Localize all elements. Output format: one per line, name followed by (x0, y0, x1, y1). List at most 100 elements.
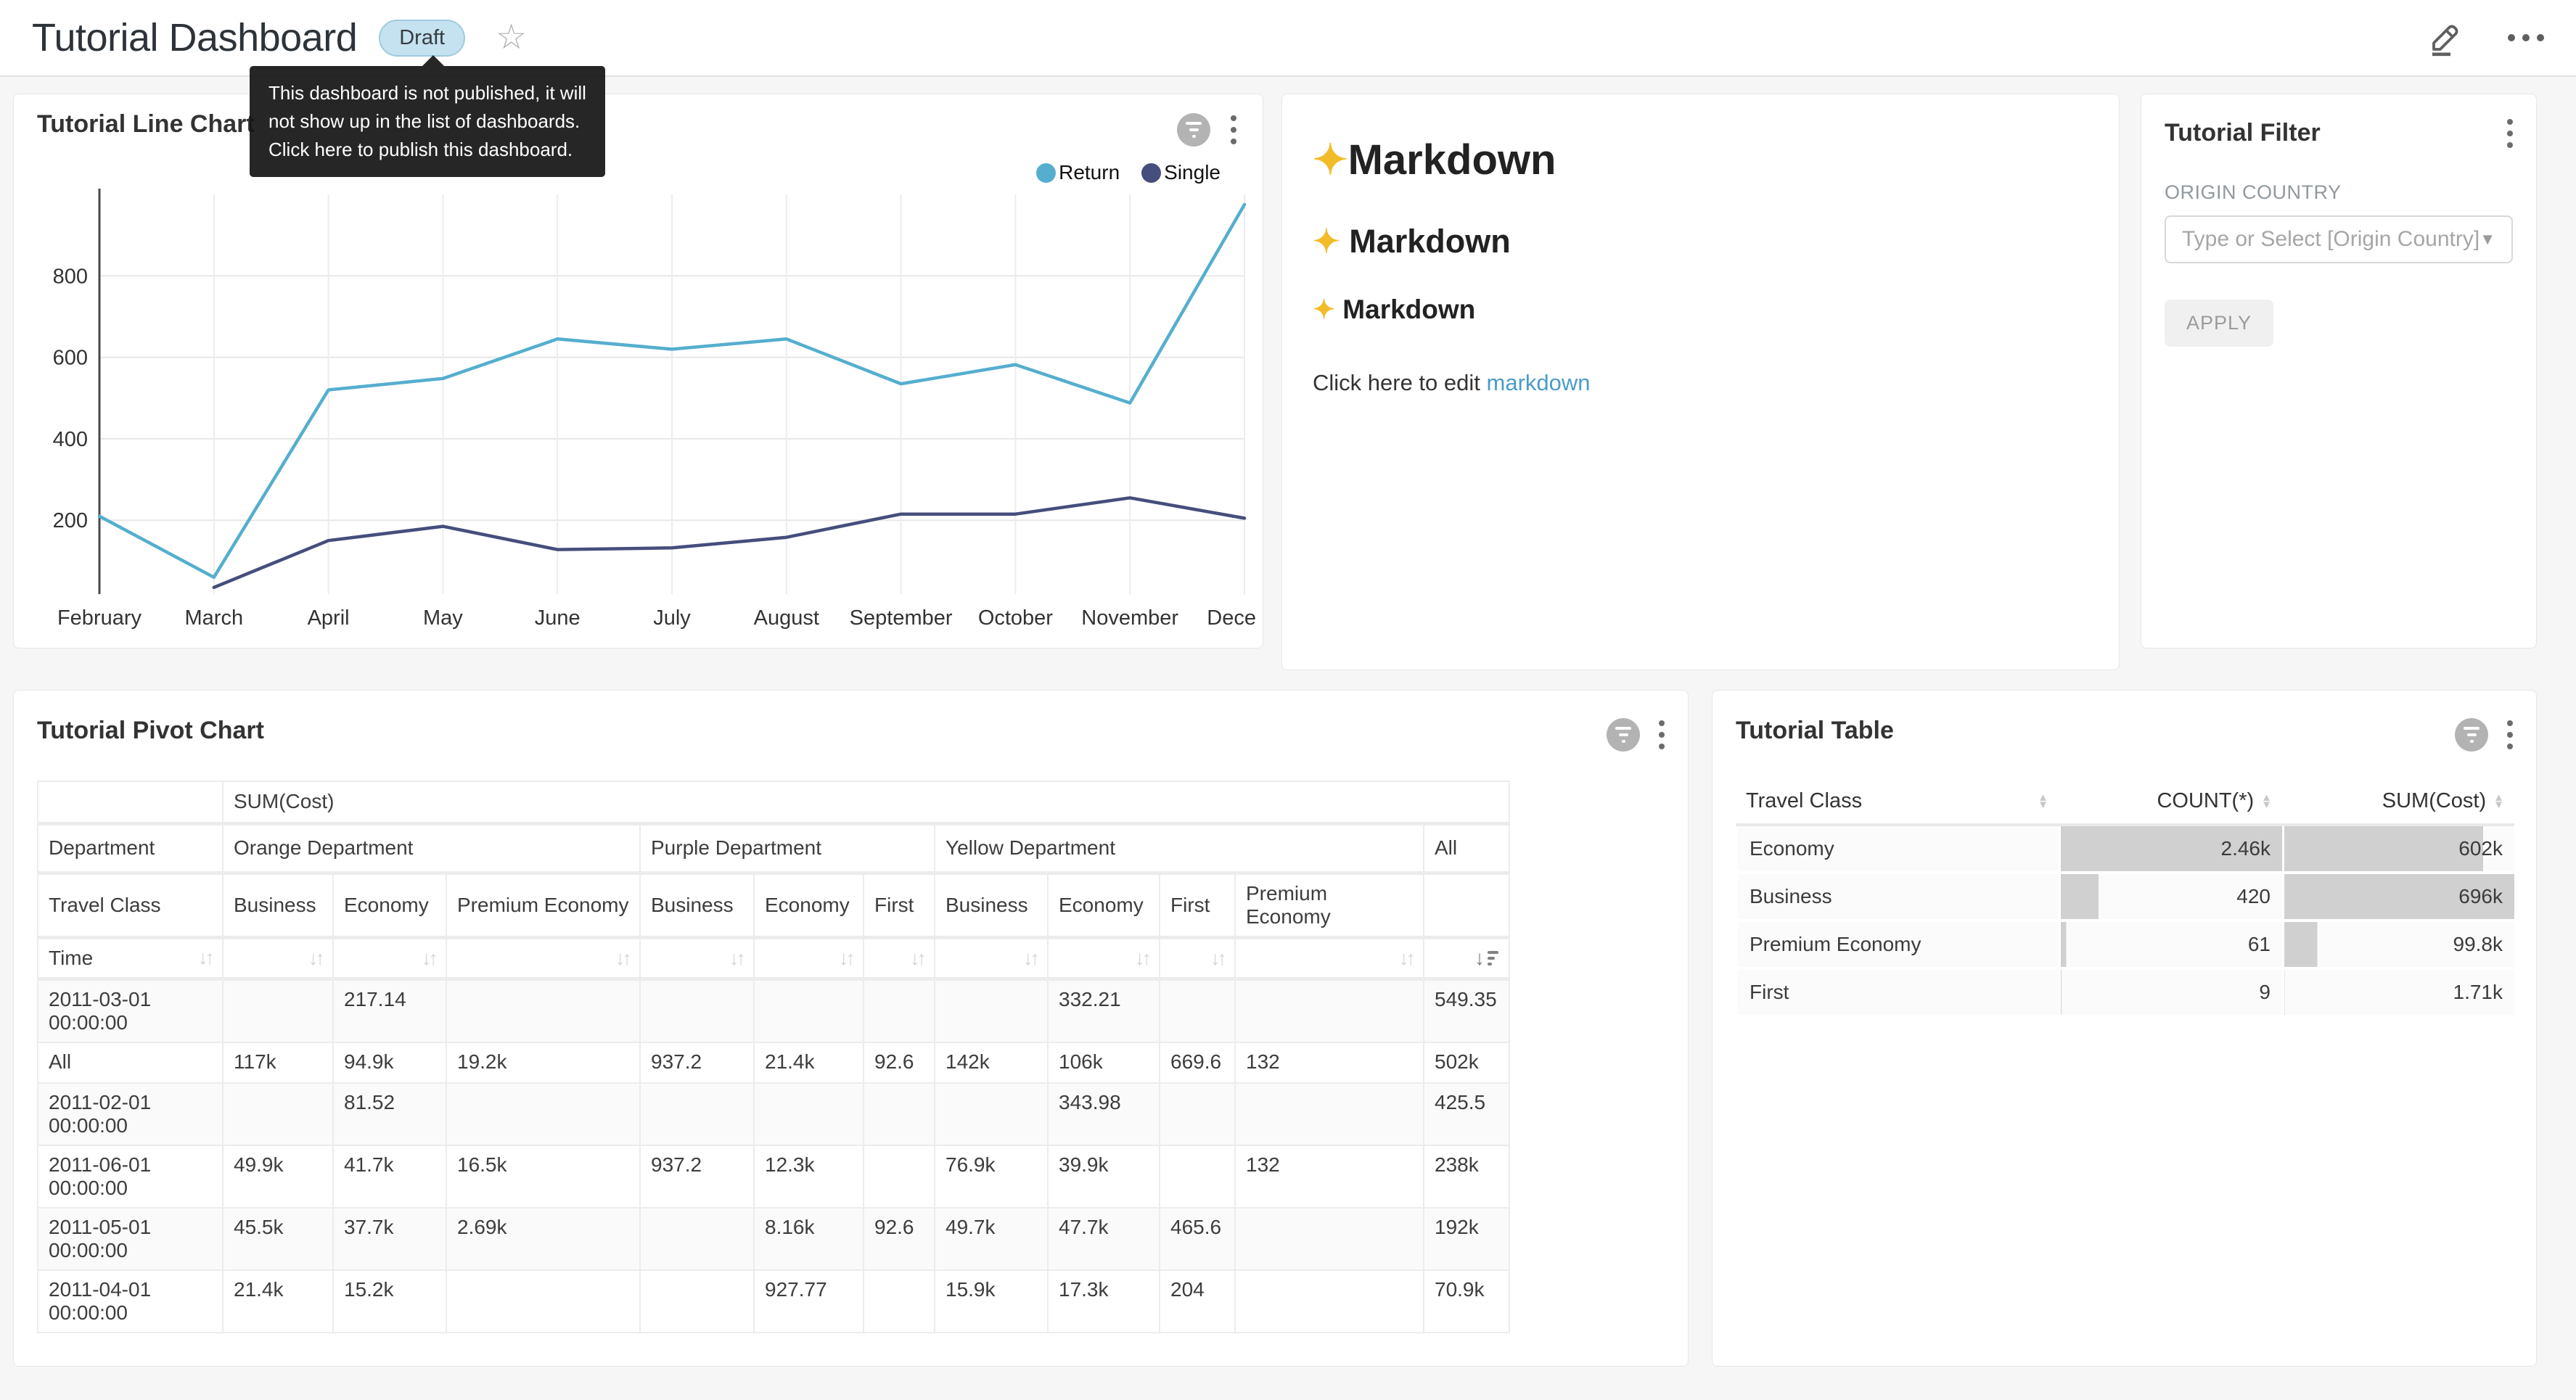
pivot-subdim-label: Travel Class (38, 873, 223, 937)
pivot-value-cell: 92.6 (864, 1208, 935, 1270)
sort-icon[interactable]: ↓↑ (910, 947, 924, 969)
pivot-value-cell: 132 (1235, 1042, 1424, 1083)
pivot-sort-cell[interactable]: ↓↑ (640, 937, 754, 979)
pivot-value-cell: 927.77 (754, 1270, 864, 1333)
pivot-time-header[interactable]: Time↓↑ (38, 937, 223, 979)
sort-icon[interactable]: ▲▼ (2261, 794, 2272, 808)
pivot-value-cell: 192k (1424, 1208, 1509, 1270)
sort-icon[interactable]: ↓↑ (615, 947, 629, 969)
edit-pencil-icon[interactable] (2427, 19, 2464, 57)
column-header-sum[interactable]: SUM(Cost)▲▼ (2282, 783, 2514, 826)
pivot-row-label: 2011-06-01 00:00:00 (38, 1145, 223, 1208)
pivot-sort-cell[interactable]: ↓↑ (754, 937, 864, 979)
favorite-star-icon[interactable]: ☆ (496, 20, 527, 55)
filter-badge-icon[interactable] (1607, 718, 1640, 752)
pivot-value-cell: 8.16k (754, 1208, 864, 1270)
svg-text:July: July (653, 606, 691, 630)
kebab-menu-icon[interactable] (2507, 119, 2513, 148)
markdown-edit-link[interactable]: markdown (1487, 370, 1591, 395)
pivot-value-cell: 81.52 (333, 1083, 446, 1145)
sort-icon[interactable]: ↓↑ (839, 947, 853, 969)
pivot-value-cell (446, 1083, 640, 1145)
pivot-value-cell (1160, 979, 1235, 1042)
pivot-value-cell: 425.5 (1424, 1083, 1509, 1145)
sort-icon[interactable]: ↓↑ (1135, 947, 1149, 969)
kebab-menu-icon[interactable] (2507, 720, 2513, 749)
origin-country-select[interactable]: Type or Select [Origin Country] ▼ (2165, 215, 2513, 263)
kebab-menu-icon[interactable] (1659, 720, 1665, 749)
pivot-value-cell: 343.98 (1048, 1083, 1160, 1145)
draft-badge[interactable]: Draft (379, 20, 465, 57)
filter-card: Tutorial Filter ORIGIN COUNTRY Type or S… (2141, 94, 2537, 648)
pivot-value-cell (864, 979, 935, 1042)
pivot-column-header[interactable]: First (864, 873, 935, 937)
more-options-icon[interactable] (2508, 34, 2544, 41)
pivot-value-cell: 12.3k (754, 1145, 864, 1208)
pivot-sort-cell[interactable]: ↓↑ (935, 937, 1048, 979)
pivot-sort-cell[interactable]: ↓↑ (446, 937, 640, 979)
pivot-value-cell: 19.2k (446, 1042, 640, 1083)
apply-button[interactable]: APPLY (2165, 300, 2273, 347)
pivot-value-cell (446, 979, 640, 1042)
pivot-column-header[interactable]: First (1160, 873, 1235, 937)
pivot-sort-cell[interactable]: ↓↑ (333, 937, 446, 979)
tooltip-line: not show up in the list of dashboards. (268, 107, 586, 136)
pivot-row-label: All (38, 1042, 223, 1083)
sort-icon[interactable]: ↓↑ (1210, 947, 1224, 969)
sort-icon[interactable]: ▲▼ (2493, 794, 2504, 808)
sort-icon[interactable]: ▲▼ (2038, 794, 2048, 808)
pivot-column-header[interactable]: Economy (333, 873, 446, 937)
pivot-sort-cell[interactable]: ↓↑ (1235, 937, 1424, 979)
pivot-table: SUM(Cost)DepartmentOrange DepartmentPurp… (37, 781, 1510, 1333)
pivot-column-header[interactable]: Business (935, 873, 1048, 937)
pivot-sort-cell[interactable]: ↓↑ (1048, 937, 1160, 979)
filter-badge-icon[interactable] (2455, 718, 2488, 752)
pivot-column-header[interactable]: Premium Economy (1235, 873, 1424, 937)
pivot-row: 2011-05-01 00:00:0045.5k37.7k2.69k8.16k9… (38, 1208, 1509, 1270)
pivot-row: 2011-03-01 00:00:00217.14332.21549.35 (38, 979, 1509, 1042)
pivot-column-header[interactable]: Economy (1048, 873, 1160, 937)
pivot-value-cell: 49.9k (223, 1145, 333, 1208)
pivot-value-cell (223, 1083, 333, 1145)
pivot-row-label: 2011-04-01 00:00:00 (38, 1270, 223, 1333)
svg-text:March: March (185, 606, 244, 630)
header-actions (2427, 19, 2544, 57)
pivot-sort-cell[interactable]: ↓↑ (864, 937, 935, 979)
pivot-sort-cell[interactable]: ↓ (1424, 937, 1509, 979)
pivot-group-header: Yellow Department (935, 823, 1424, 873)
pivot-value-cell: 2.69k (446, 1208, 640, 1270)
markdown-card: ✦Markdown ✦ Markdown ✦ Markdown Click he… (1281, 94, 2120, 670)
sort-icon[interactable]: ↓↑ (729, 947, 743, 969)
sort-icon[interactable]: ↓↑ (1023, 947, 1037, 969)
sort-icon[interactable]: ↓↑ (1399, 947, 1413, 969)
pivot-value-cell: 238k (1424, 1145, 1509, 1208)
pivot-sort-cell[interactable]: ↓↑ (223, 937, 333, 979)
sort-icon[interactable]: ↓↑ (198, 947, 212, 969)
pivot-value-cell: 15.2k (333, 1270, 446, 1333)
column-header-count[interactable]: COUNT(*)▲▼ (2059, 783, 2282, 826)
pivot-value-cell: 332.21 (1048, 979, 1160, 1042)
pivot-value-cell: 21.4k (754, 1042, 864, 1083)
table-header-row: Travel Class▲▼COUNT(*)▲▼SUM(Cost)▲▼ (1736, 783, 2514, 826)
pivot-row-label: 2011-03-01 00:00:00 (38, 979, 223, 1042)
count-cell: 2.46k (2059, 826, 2282, 874)
sort-icon[interactable]: ↓↑ (308, 947, 322, 969)
pivot-value-cell (640, 1208, 754, 1270)
svg-text:200: 200 (53, 509, 88, 532)
pivot-column-header[interactable]: Business (640, 873, 754, 937)
line-chart-plot[interactable]: 200400600800FebruaryMarchAprilMayJuneJul… (14, 94, 1263, 648)
pivot-group-header: Purple Department (640, 823, 935, 873)
table-row: Premium Economy6199.8k (1736, 922, 2514, 970)
pivot-column-header[interactable]: Premium Economy (446, 873, 640, 937)
count-cell: 420 (2059, 874, 2282, 922)
sort-desc-icon[interactable]: ↓ (1474, 947, 1498, 970)
pivot-column-header[interactable]: Economy (754, 873, 864, 937)
sort-icon[interactable]: ↓↑ (422, 947, 435, 969)
travel-class-cell: Premium Economy (1736, 922, 2059, 970)
pivot-column-header[interactable]: Business (223, 873, 333, 937)
travel-class-cell: First (1736, 970, 2059, 1018)
pivot-column-header (1424, 873, 1509, 937)
column-header-travel-class[interactable]: Travel Class▲▼ (1736, 783, 2059, 826)
pivot-value-cell (935, 979, 1048, 1042)
pivot-sort-cell[interactable]: ↓↑ (1160, 937, 1235, 979)
